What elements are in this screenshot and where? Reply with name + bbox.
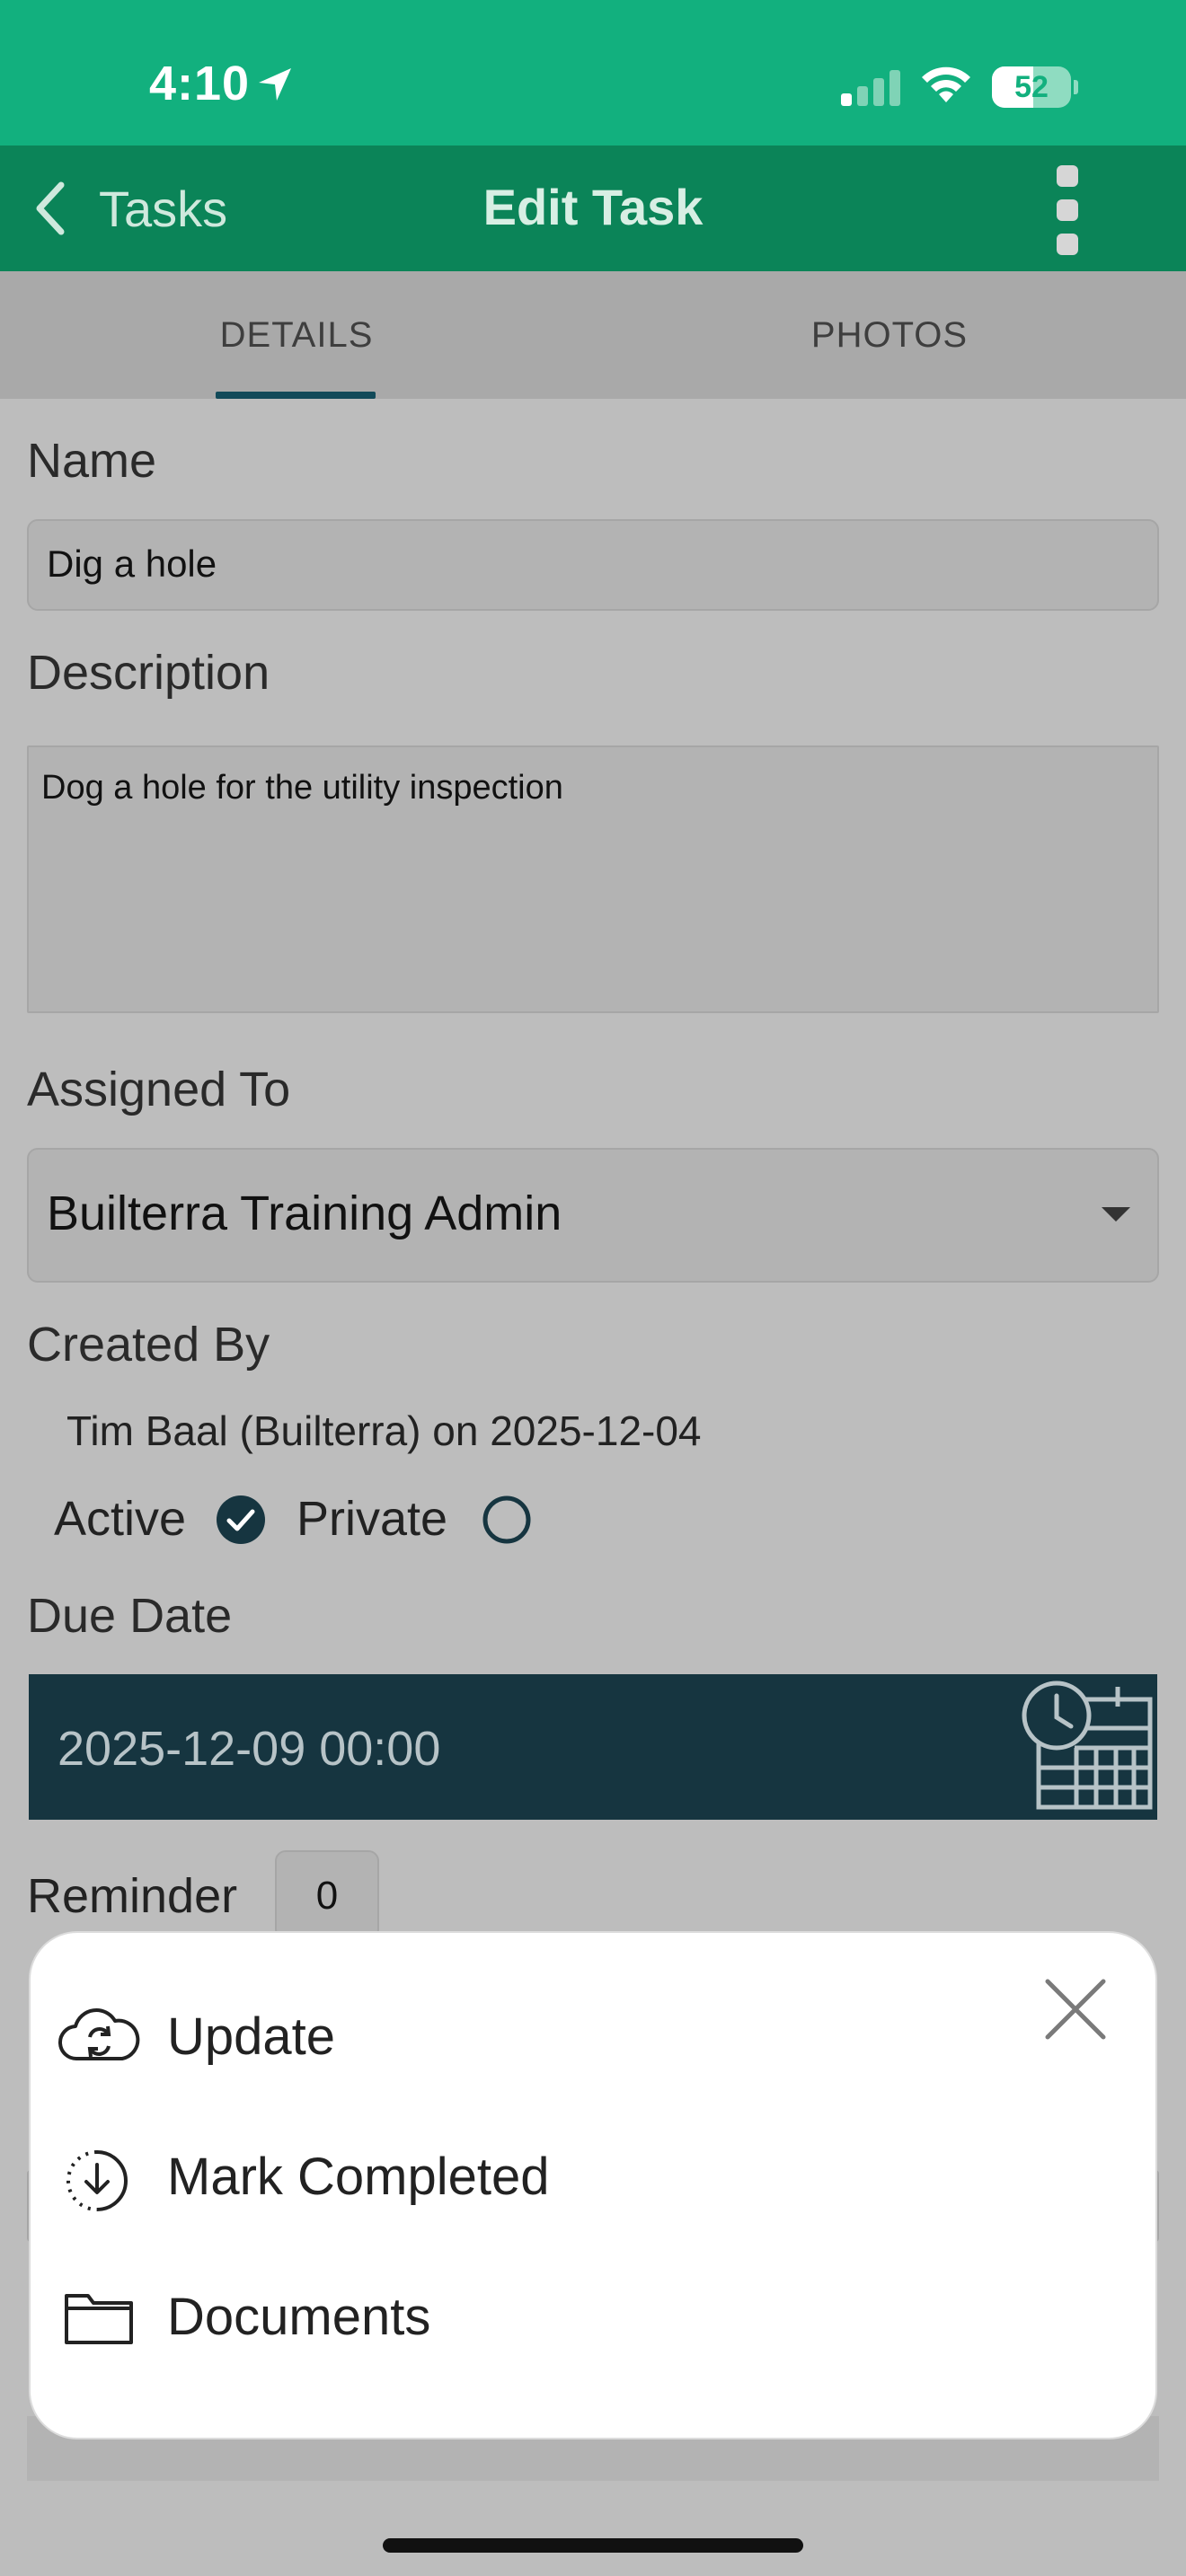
action-mark-completed-label: Mark Completed xyxy=(167,2148,550,2206)
back-button[interactable]: Tasks xyxy=(99,180,227,238)
download-circle-icon xyxy=(66,2150,128,2211)
name-value: Dig a hole xyxy=(47,543,217,585)
private-checkbox-empty-icon[interactable] xyxy=(482,1495,532,1545)
cloud-sync-icon xyxy=(58,2008,140,2061)
cellular-signal-icon xyxy=(841,70,900,106)
name-label: Name xyxy=(27,434,157,488)
active-tab-indicator xyxy=(216,392,376,399)
reminder-value: 0 xyxy=(315,1874,339,1918)
location-arrow-icon xyxy=(259,68,291,101)
action-update-label: Update xyxy=(167,2007,336,2066)
status-time: 4:10 xyxy=(149,57,251,110)
dropdown-caret-icon xyxy=(1102,1207,1130,1222)
page-title: Edit Task xyxy=(482,179,704,235)
active-checkbox-checked-icon[interactable] xyxy=(216,1495,266,1545)
folder-icon xyxy=(65,2294,133,2344)
close-icon[interactable] xyxy=(1044,1978,1107,2041)
assigned-to-label: Assigned To xyxy=(27,1063,291,1116)
reminder-label: Reminder xyxy=(27,1869,238,1923)
description-value: Dog a hole for the utility inspection xyxy=(41,769,563,807)
due-date-label: Due Date xyxy=(27,1589,233,1643)
home-indicator[interactable] xyxy=(383,2538,803,2553)
assigned-to-value: Builterra Training Admin xyxy=(47,1187,562,1240)
active-label: Active xyxy=(54,1492,187,1546)
battery-level: 52 xyxy=(1014,70,1049,104)
tab-photos[interactable]: PHOTOS xyxy=(755,271,1024,399)
description-label: Description xyxy=(27,646,270,700)
tab-details[interactable]: DETAILS xyxy=(162,271,431,399)
wifi-icon xyxy=(922,66,970,102)
calendar-clock-icon[interactable] xyxy=(1021,1676,1157,1813)
due-date-value: 2025-12-09 00:00 xyxy=(58,1722,441,1776)
more-options-icon[interactable] xyxy=(1051,163,1084,255)
back-chevron-icon[interactable] xyxy=(31,180,70,237)
private-label: Private xyxy=(296,1492,448,1546)
action-documents-label: Documents xyxy=(167,2288,431,2346)
battery-indicator: 52 xyxy=(992,66,1078,108)
created-by-value: Tim Baal (Builterra) on 2025-12-04 xyxy=(66,1407,702,1454)
created-by-label: Created By xyxy=(27,1318,270,1372)
